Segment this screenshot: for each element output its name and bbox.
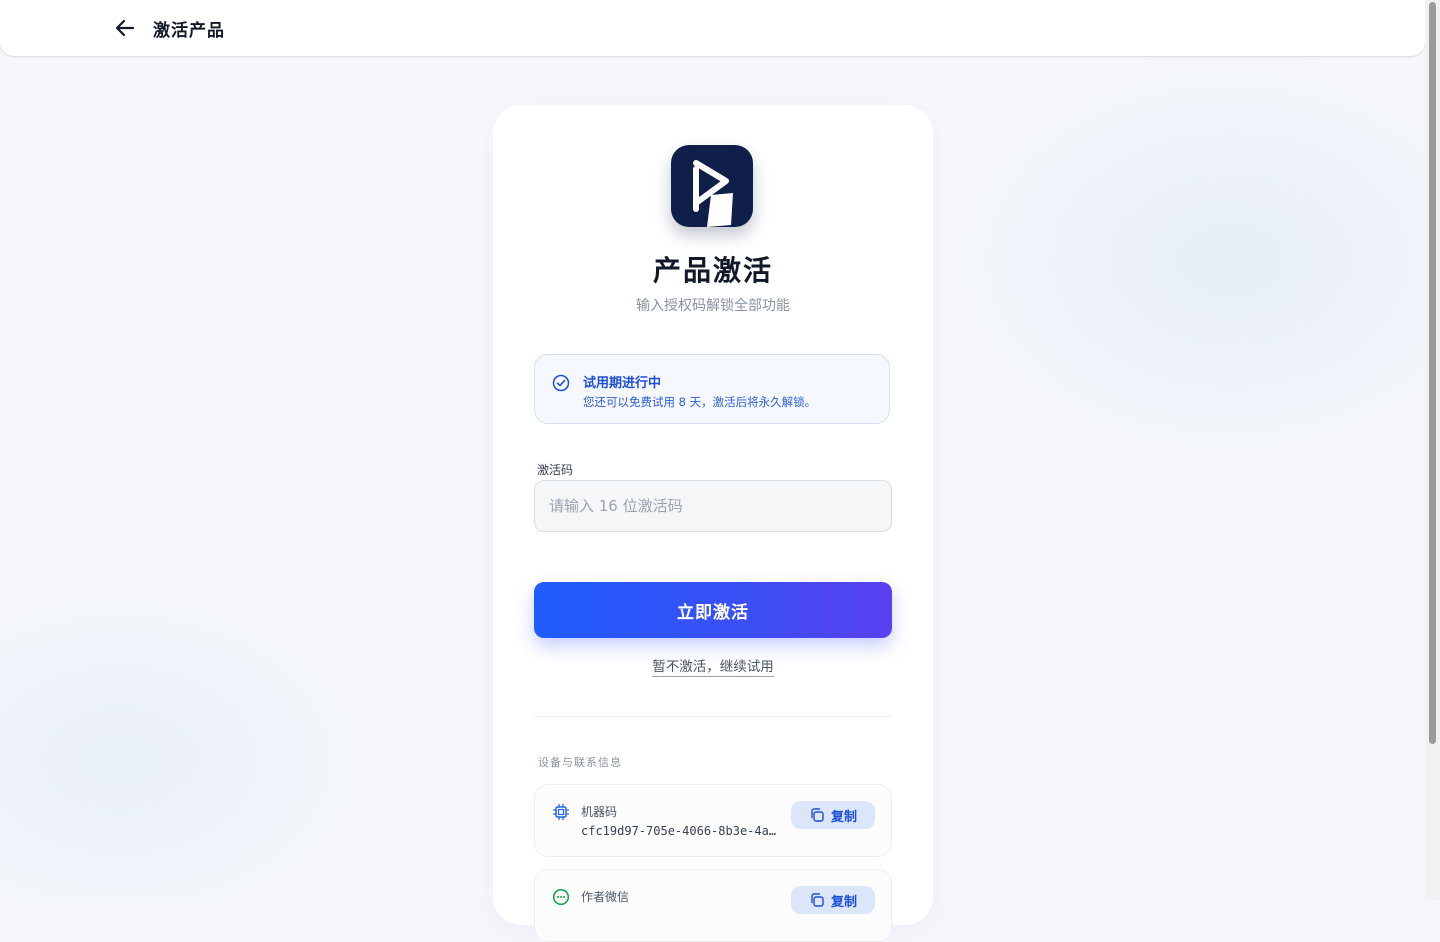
- top-bar: 激活产品: [0, 0, 1425, 56]
- page-title: 激活产品: [153, 21, 225, 41]
- card-subtitle: 输入授权码解锁全部功能: [636, 298, 790, 314]
- copy-icon: [811, 893, 824, 907]
- copy-icon: [811, 808, 824, 822]
- card-title: 产品激活: [652, 254, 773, 287]
- skip-activation-container: 暂不激活，继续试用: [493, 655, 933, 677]
- machine-code-label: 机器码: [581, 805, 618, 819]
- author-wechat-label: 作者微信: [581, 890, 630, 904]
- machine-code-value: cfc19d97-705e-4066-8b3e-4a…: [581, 824, 777, 838]
- scrollbar-thumb[interactable]: [1429, 2, 1436, 744]
- chip-icon: [552, 803, 570, 821]
- machine-code-row: 机器码 cfc19d97-705e-4066-8b3e-4a… 复制: [534, 784, 892, 857]
- play-logo-icon: [693, 160, 733, 227]
- activate-button[interactable]: 立即激活: [534, 582, 892, 638]
- app-logo: [671, 145, 753, 227]
- info-section-label: 设备与联系信息: [538, 756, 622, 769]
- section-divider: [534, 716, 892, 717]
- back-button[interactable]: [112, 16, 138, 40]
- copy-machine-code-button[interactable]: 复制: [791, 801, 875, 829]
- chat-icon: [552, 888, 570, 906]
- copy-wechat-button[interactable]: 复制: [791, 886, 875, 914]
- scrollbar[interactable]: [1425, 0, 1440, 900]
- author-wechat-row: 作者微信 复制: [534, 869, 892, 942]
- trial-title: 试用期进行中: [583, 376, 662, 391]
- arrow-left-icon: [115, 19, 135, 37]
- trial-status-banner: 试用期进行中 您还可以免费试用 8 天，激活后将永久解锁。: [534, 354, 890, 424]
- trial-description: 您还可以免费试用 8 天，激活后将永久解锁。: [583, 395, 817, 409]
- activation-code-label: 激活码: [537, 463, 574, 477]
- copy-label: 复制: [830, 809, 857, 825]
- activation-code-input[interactable]: [534, 480, 892, 532]
- activation-card: 产品激活 输入授权码解锁全部功能 试用期进行中 您还可以免费试用 8 天，激活后…: [493, 105, 933, 942]
- check-circle-icon: [552, 374, 570, 392]
- copy-label: 复制: [830, 894, 857, 910]
- skip-activation-link[interactable]: 暂不激活，继续试用: [652, 659, 774, 677]
